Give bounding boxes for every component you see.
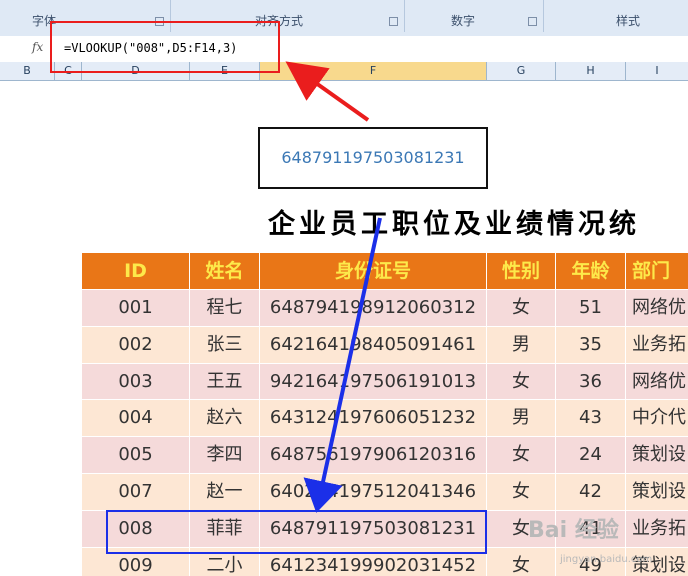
annotation-arrows: [285, 61, 382, 513]
blue-arrow: [303, 217, 382, 513]
red-arrow: [285, 61, 370, 122]
